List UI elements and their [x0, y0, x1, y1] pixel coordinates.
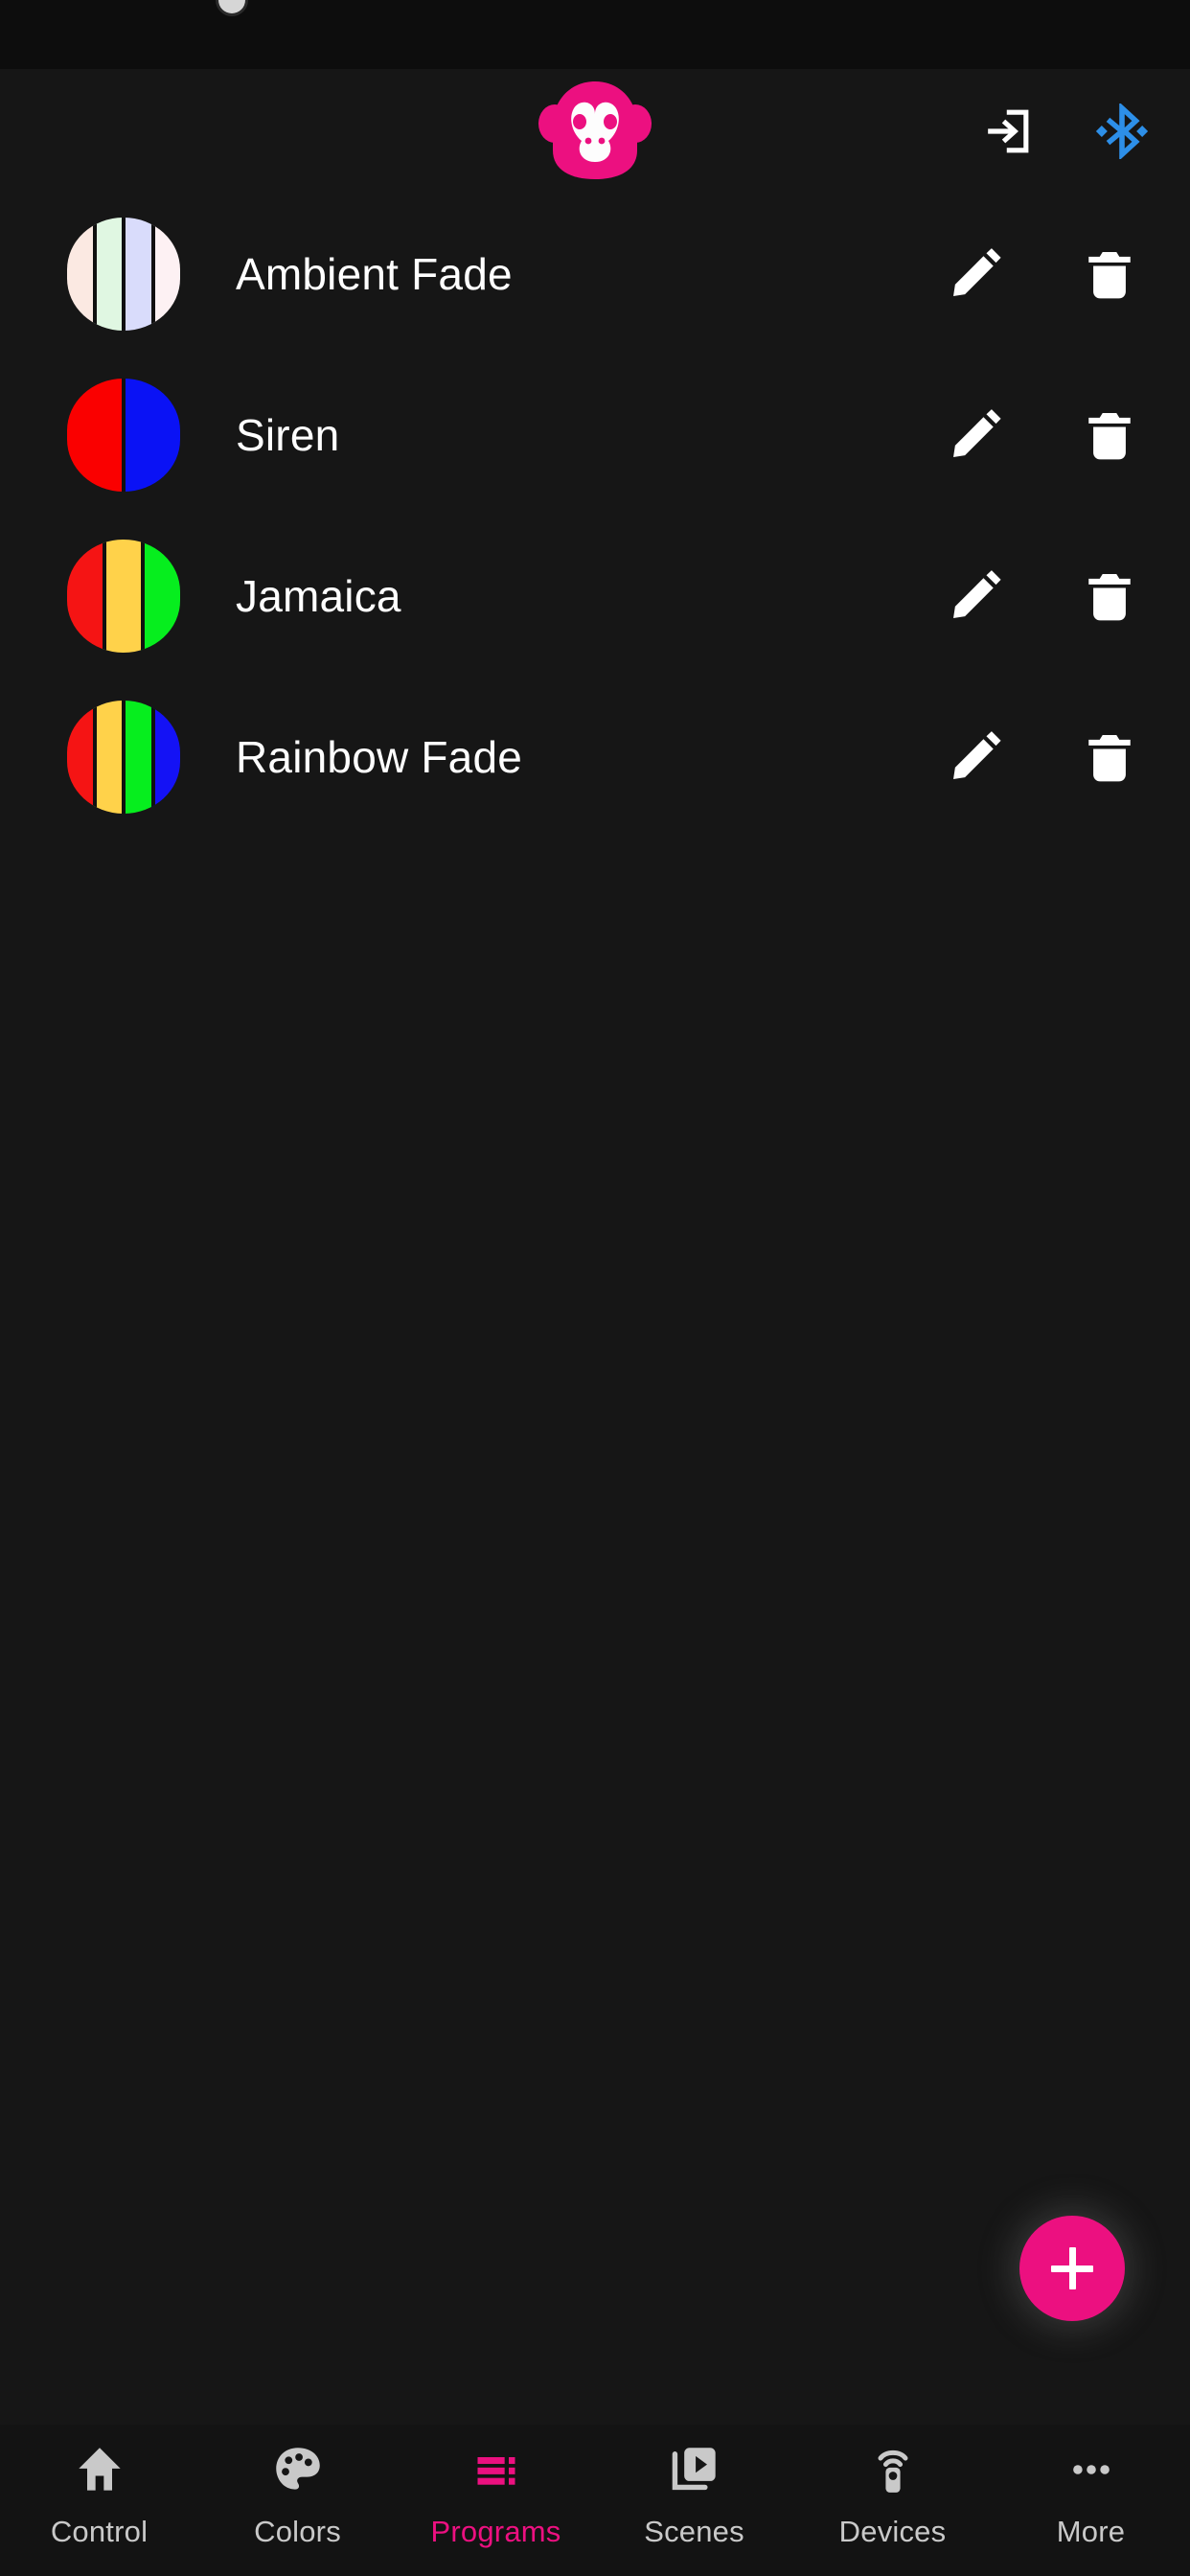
program-color-swatch — [67, 540, 180, 653]
table-row[interactable]: Rainbow Fade — [0, 677, 1190, 838]
edit-icon[interactable] — [941, 240, 1010, 309]
bottom-navigation: Control Colors Programs Scenes Devices M… — [0, 2425, 1190, 2576]
delete-icon[interactable] — [1075, 562, 1144, 631]
swatch-band — [92, 701, 122, 814]
nav-label: Scenes — [644, 2515, 744, 2548]
program-name: Ambient Fade — [236, 249, 513, 299]
program-color-swatch — [67, 379, 180, 492]
app-header — [0, 69, 1190, 194]
swatch-band — [67, 540, 103, 653]
list-lines-icon — [471, 2438, 521, 2501]
swatch-band — [122, 218, 151, 331]
table-row[interactable]: Siren — [0, 355, 1190, 516]
nav-item-more[interactable]: More — [992, 2438, 1190, 2549]
delete-icon[interactable] — [1075, 401, 1144, 470]
row-actions — [941, 401, 1144, 470]
bluetooth-icon[interactable] — [1092, 102, 1152, 161]
edit-icon[interactable] — [941, 401, 1010, 470]
swatch-band — [122, 379, 180, 492]
edit-icon[interactable] — [941, 562, 1010, 631]
delete-icon[interactable] — [1075, 723, 1144, 792]
scenes-play-icon — [670, 2438, 720, 2501]
delete-icon[interactable] — [1075, 240, 1144, 309]
swatch-band — [141, 540, 180, 653]
nav-item-devices[interactable]: Devices — [793, 2438, 992, 2549]
table-row[interactable]: Jamaica — [0, 516, 1190, 677]
program-name: Jamaica — [236, 571, 401, 621]
table-row[interactable]: Ambient Fade — [0, 194, 1190, 355]
swatch-band — [102, 540, 142, 653]
login-icon[interactable] — [977, 102, 1037, 161]
nav-label: Devices — [838, 2515, 947, 2548]
nav-label: Programs — [430, 2515, 561, 2548]
nav-item-scenes[interactable]: Scenes — [595, 2438, 793, 2549]
program-name: Siren — [236, 410, 340, 460]
plus-icon-vertical — [1068, 2247, 1076, 2289]
swatch-band — [67, 218, 93, 331]
status-bar — [0, 0, 1190, 69]
program-color-swatch — [67, 218, 180, 331]
more-dots-icon — [1066, 2438, 1116, 2501]
row-actions — [941, 723, 1144, 792]
nav-item-control[interactable]: Control — [0, 2438, 198, 2549]
programs-list: Ambient Fade Siren Jamaica Rainbow Fade — [0, 194, 1190, 2425]
swatch-band — [67, 379, 122, 492]
nav-item-colors[interactable]: Colors — [198, 2438, 397, 2549]
program-name: Rainbow Fade — [236, 732, 523, 782]
add-program-button[interactable] — [1019, 2216, 1125, 2321]
swatch-band — [150, 701, 180, 814]
nav-label: More — [1056, 2515, 1126, 2548]
nav-item-programs[interactable]: Programs — [397, 2438, 595, 2549]
nav-label: Control — [50, 2515, 149, 2548]
monkey-logo — [538, 80, 652, 183]
nav-label: Colors — [254, 2515, 341, 2548]
app-root: Ambient Fade Siren Jamaica Rainbow Fade … — [0, 0, 1190, 2576]
header-actions — [977, 102, 1152, 161]
swatch-band — [150, 218, 180, 331]
swatch-band — [122, 701, 151, 814]
program-color-swatch — [67, 701, 180, 814]
row-actions — [941, 562, 1144, 631]
status-bar-notch-icon — [218, 0, 245, 13]
row-actions — [941, 240, 1144, 309]
edit-icon[interactable] — [941, 723, 1010, 792]
home-icon — [75, 2438, 125, 2501]
palette-icon — [273, 2438, 323, 2501]
swatch-band — [92, 218, 122, 331]
swatch-band — [67, 701, 93, 814]
remote-signal-icon — [868, 2438, 918, 2501]
